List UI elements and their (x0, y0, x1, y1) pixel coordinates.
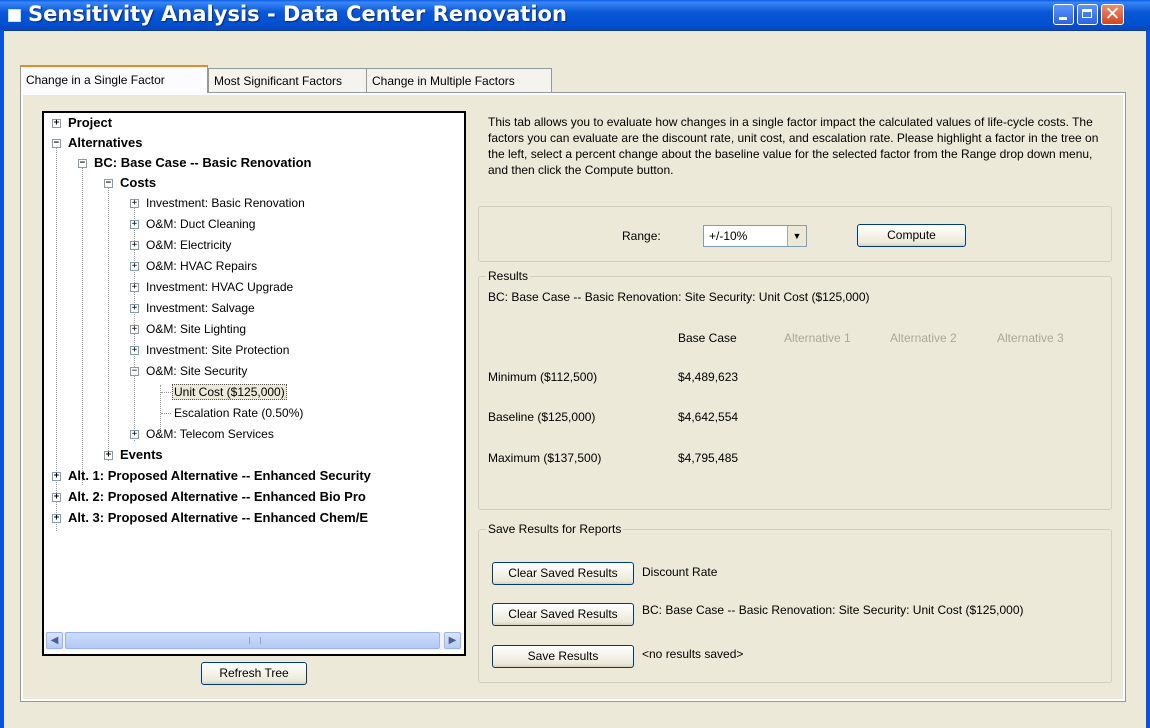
saved-result-3: <no results saved> (642, 647, 744, 661)
app-icon (8, 9, 21, 22)
tree-item-alt2[interactable]: + Alt. 2: Proposed Alternative -- Enhanc… (50, 487, 366, 507)
close-icon: ✕ (1104, 3, 1121, 25)
collapse-icon[interactable]: − (104, 179, 113, 188)
expand-icon[interactable]: + (130, 325, 139, 334)
results-title: Results (486, 269, 531, 283)
maximize-button[interactable] (1077, 4, 1098, 25)
row-maximum-label: Maximum ($137,500) (488, 451, 602, 465)
save-title: Save Results for Reports (486, 522, 624, 536)
factor-tree[interactable]: + Project − Alternatives − BC: Base Case… (42, 111, 466, 656)
expand-icon[interactable]: + (104, 451, 113, 460)
expand-icon[interactable]: + (130, 220, 139, 229)
tree-item-cost[interactable]: + Investment: Salvage (128, 298, 255, 318)
tree-item-base-case[interactable]: − BC: Base Case -- Basic Renovation (76, 153, 311, 173)
instructions-text: This tab allows you to evaluate how chan… (488, 115, 1099, 177)
expand-icon[interactable]: + (52, 493, 61, 502)
expand-icon[interactable]: + (52, 514, 61, 523)
row-baseline-value: $4,642,554 (678, 410, 739, 424)
tree-item-cost[interactable]: + Investment: HVAC Upgrade (128, 277, 293, 297)
tree-item-site-security[interactable]: − O&M: Site Security (128, 361, 247, 381)
saved-result-1: Discount Rate (642, 565, 718, 579)
tree-item-cost[interactable]: + O&M: HVAC Repairs (128, 256, 257, 276)
col-alternative-2: Alternative 2 (890, 331, 957, 345)
clear-saved-results-button[interactable]: Clear Saved Results (492, 562, 634, 585)
clear-saved-results-button[interactable]: Clear Saved Results (492, 603, 634, 626)
window-frame-left (0, 30, 4, 728)
expand-icon[interactable]: + (130, 304, 139, 313)
collapse-icon[interactable]: − (130, 367, 139, 376)
tree-item-project[interactable]: + Project (50, 113, 112, 133)
tree-item-alternatives[interactable]: − Alternatives (50, 133, 142, 153)
tree-item-cost[interactable]: + Investment: Site Protection (128, 340, 289, 360)
tree-item-escalation-rate[interactable]: Escalation Rate (0.50%) (174, 403, 303, 423)
saved-result-2: BC: Base Case -- Basic Renovation: Site … (642, 603, 1024, 617)
col-base-case: Base Case (678, 331, 737, 345)
window-frame-right (1146, 30, 1150, 728)
compute-button[interactable]: Compute (857, 224, 966, 247)
row-baseline-label: Baseline ($125,000) (488, 410, 596, 424)
range-label: Range: (622, 229, 661, 243)
collapse-icon[interactable]: − (78, 159, 87, 168)
row-minimum-label: Minimum ($112,500) (488, 370, 598, 384)
row-maximum-value: $4,795,485 (678, 451, 739, 465)
collapse-icon[interactable]: − (52, 139, 61, 148)
maximize-icon (1082, 9, 1092, 18)
col-alternative-3: Alternative 3 (997, 331, 1064, 345)
expand-icon[interactable]: + (52, 472, 61, 481)
chevron-down-icon[interactable]: ▼ (787, 226, 806, 246)
results-heading: BC: Base Case -- Basic Renovation: Site … (488, 290, 870, 304)
tree-item-cost[interactable]: + Investment: Basic Renovation (128, 193, 305, 213)
range-value: +/-10% (709, 229, 748, 243)
results-panel (478, 276, 1112, 510)
range-dropdown[interactable]: +/-10% ▼ (703, 225, 807, 247)
tree-item-alt1[interactable]: + Alt. 1: Proposed Alternative -- Enhanc… (50, 466, 371, 486)
expand-icon[interactable]: + (130, 241, 139, 250)
expand-icon[interactable]: + (130, 262, 139, 271)
row-minimum-value: $4,489,623 (678, 370, 739, 384)
expand-icon[interactable]: + (130, 199, 139, 208)
col-alternative-1: Alternative 1 (784, 331, 851, 345)
scroll-right-icon[interactable]: ▶ (444, 632, 461, 649)
tree-item-events[interactable]: + Events (102, 445, 163, 465)
tree-item-cost[interactable]: + O&M: Site Lighting (128, 319, 246, 339)
scrollbar-thumb[interactable] (65, 632, 440, 649)
expand-icon[interactable]: + (130, 346, 139, 355)
minimize-button[interactable] (1053, 4, 1074, 25)
tree-item-cost[interactable]: + O&M: Electricity (128, 235, 231, 255)
close-button[interactable]: ✕ (1101, 3, 1124, 25)
tab-single-factor[interactable]: Change in a Single Factor (20, 65, 208, 93)
tab-multiple-factors[interactable]: Change in Multiple Factors (366, 68, 552, 92)
tree-item-costs[interactable]: − Costs (102, 173, 156, 193)
scroll-left-icon[interactable]: ◀ (46, 632, 63, 649)
save-results-button[interactable]: Save Results (492, 645, 634, 668)
expand-icon[interactable]: + (130, 430, 139, 439)
tree-item-alt3[interactable]: + Alt. 3: Proposed Alternative -- Enhanc… (50, 508, 368, 528)
expand-icon[interactable]: + (52, 119, 61, 128)
window-title: Sensitivity Analysis - Data Center Renov… (28, 2, 567, 26)
tree-item-cost[interactable]: + O&M: Duct Cleaning (128, 214, 255, 234)
expand-icon[interactable]: + (130, 283, 139, 292)
tree-item-unit-cost[interactable]: Unit Cost ($125,000) (172, 382, 287, 402)
minimize-icon (1059, 17, 1067, 20)
refresh-tree-button[interactable]: Refresh Tree (201, 662, 307, 685)
tree-horizontal-scrollbar[interactable]: ◀ ▶ (46, 632, 462, 650)
tree-item-telecom[interactable]: + O&M: Telecom Services (128, 424, 274, 444)
tab-most-significant[interactable]: Most Significant Factors (208, 68, 386, 92)
title-bar: Sensitivity Analysis - Data Center Renov… (0, 0, 1150, 31)
